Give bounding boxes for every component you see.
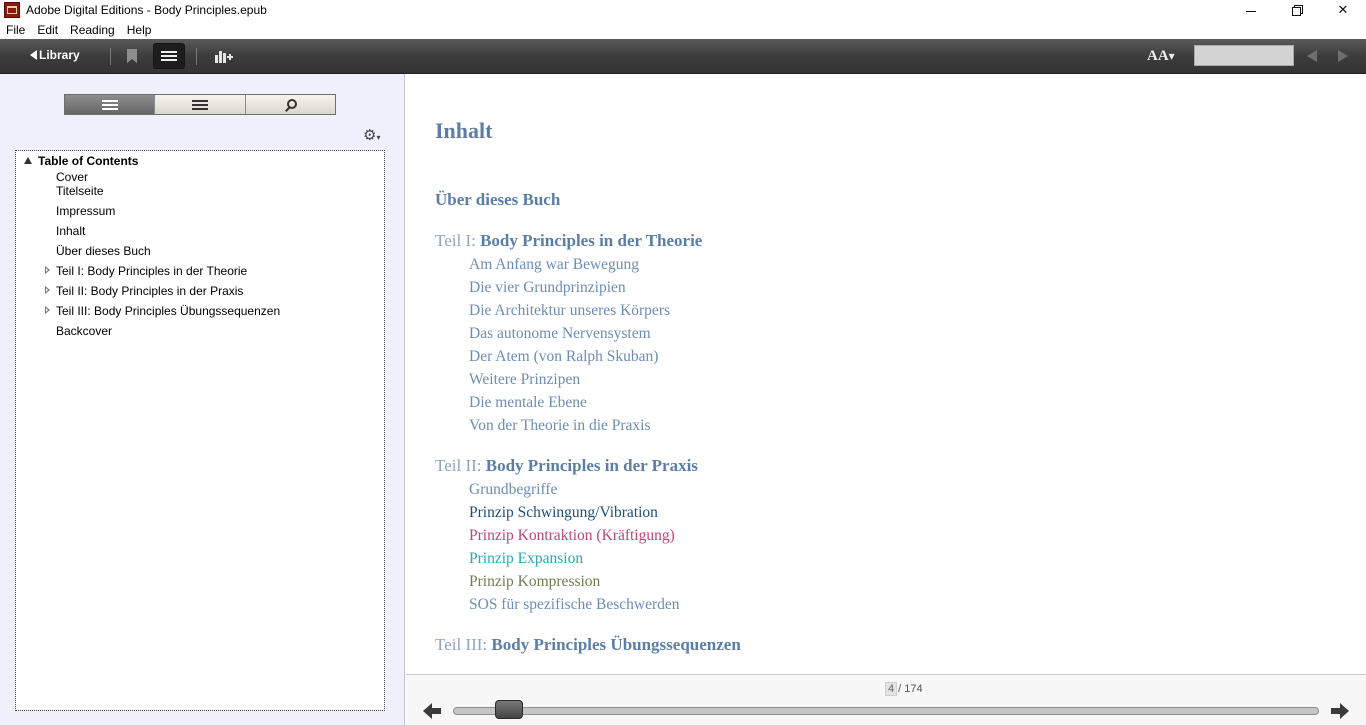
library-label: Library	[39, 48, 80, 62]
next-result-icon[interactable]	[1338, 50, 1348, 62]
expand-triangle-icon[interactable]	[45, 266, 50, 274]
toc-link-chapter[interactable]: Weitere Prinzipen	[469, 371, 580, 389]
previous-result-icon[interactable]	[1307, 50, 1317, 62]
toc-item[interactable]: Backcover	[16, 319, 384, 343]
window-controls: ✕	[1228, 0, 1366, 20]
minimize-icon	[1246, 10, 1256, 12]
font-size-label: AA	[1147, 48, 1169, 64]
toc-item-label: Titelseite	[56, 184, 104, 198]
tab-table-of-contents[interactable]	[65, 95, 155, 114]
expand-triangle-icon[interactable]	[45, 306, 50, 314]
page-navigation-bar: 4 / 174	[406, 674, 1366, 725]
toc-root-label: Table of Contents	[38, 154, 139, 168]
toc-link-chapter[interactable]: Grundbegriffe	[469, 481, 557, 499]
part-title: Body Principles in der Theorie	[480, 231, 703, 250]
part-number: Teil II:	[435, 456, 486, 475]
font-size-button[interactable]: AA▾	[1147, 48, 1175, 65]
window-title: Adobe Digital Editions - Body Principles…	[26, 3, 267, 17]
toc-link-intro[interactable]: Über dieses Buch	[435, 190, 560, 210]
chevron-down-icon: ▾	[1168, 49, 1175, 63]
reading-pane: Inhalt Über dieses Buch Teil I: Body Pri…	[406, 74, 1366, 674]
navigation-panel: ⚙▾ Table of Contents Cover Titelseite Impr…	[0, 74, 405, 725]
back-arrow-icon	[30, 50, 37, 60]
toc-item-label: Teil II: Body Principles in der Praxis	[56, 284, 244, 298]
close-button[interactable]: ✕	[1320, 0, 1366, 20]
toc-item-label: Über dieses Buch	[56, 244, 151, 258]
app-window: Adobe Digital Editions - Body Principles…	[0, 0, 1366, 725]
next-page-button[interactable]	[1331, 703, 1349, 719]
chevron-down-icon: ▾	[376, 133, 381, 142]
page-slider-track[interactable]	[453, 707, 1319, 715]
tab-search[interactable]	[244, 95, 335, 114]
menu-help[interactable]: Help	[121, 23, 158, 37]
toc-link-chapter[interactable]: Prinzip Kompression	[469, 573, 600, 591]
toc-icon	[101, 99, 118, 110]
toc-link-chapter[interactable]: Von der Theorie in die Praxis	[469, 417, 651, 435]
bookmarks-list-icon	[191, 99, 208, 110]
minimize-button[interactable]	[1228, 0, 1274, 20]
page-slider-thumb[interactable]	[495, 700, 524, 719]
toc-link-chapter[interactable]: Die Architektur unseres Körpers	[469, 302, 670, 320]
part-title: Body Principles Übungssequenzen	[491, 635, 741, 654]
toc-link-part[interactable]: Teil II: Body Principles in der Praxis	[435, 456, 698, 476]
toolbar-divider	[110, 48, 111, 65]
page-total: / 174	[898, 683, 923, 695]
library-button[interactable]: Library	[30, 48, 80, 62]
toc-item-label: Teil I: Body Principles in der Theorie	[56, 264, 248, 278]
toc-item-label: Teil III: Body Principles Übungssequenze…	[56, 304, 281, 318]
toc-tree: Table of Contents Cover Titelseite Impress…	[15, 150, 385, 711]
menu-reading[interactable]: Reading	[64, 23, 121, 37]
toc-link-chapter[interactable]: Prinzip Kontraktion (Kräftigung)	[469, 527, 675, 545]
menu-edit[interactable]: Edit	[31, 23, 64, 37]
toc-link-chapter[interactable]: Prinzip Schwingung/Vibration	[469, 504, 658, 522]
adobe-digital-editions-icon	[4, 2, 20, 18]
part-number: Teil I:	[435, 231, 481, 250]
toc-link-chapter[interactable]: Das autonome Nervensystem	[469, 325, 651, 343]
part-number: Teil III:	[435, 635, 492, 654]
toc-link-chapter[interactable]: Die vier Grundprinzipien	[469, 279, 626, 297]
tab-bookmarks[interactable]	[154, 95, 245, 114]
toc-link-part[interactable]: Teil III: Body Principles Übungssequenze…	[435, 635, 741, 655]
restore-icon	[1292, 5, 1303, 16]
reader-toolbar: Library AA▾	[0, 39, 1366, 74]
toolbar-divider	[196, 48, 197, 65]
toc-link-chapter[interactable]: SOS für spezifische Beschwerden	[469, 596, 679, 614]
expand-triangle-icon[interactable]	[45, 286, 50, 294]
menu-file[interactable]: File	[0, 23, 31, 37]
search-input[interactable]	[1194, 45, 1294, 66]
menu-bar: File Edit Reading Help	[0, 20, 1366, 39]
panel-tabs	[64, 94, 336, 115]
toc-link-chapter[interactable]: Am Anfang war Bewegung	[469, 256, 639, 274]
toc-item-label: Impressum	[56, 204, 116, 218]
toc-item-label: Backcover	[56, 324, 113, 338]
toc-link-chapter[interactable]: Die mentale Ebene	[469, 394, 587, 412]
current-page-field[interactable]: 4	[885, 682, 898, 696]
toc-list: Cover Titelseite Impressum Inhalt Über diese…	[16, 170, 384, 343]
panel-options-button[interactable]: ⚙▾	[363, 126, 380, 144]
bookmark-icon[interactable]	[127, 49, 137, 63]
toc-link-chapter[interactable]: Prinzip Expansion	[469, 550, 583, 568]
restore-button[interactable]	[1274, 0, 1320, 20]
title-bar: Adobe Digital Editions - Body Principles…	[0, 0, 1366, 20]
toc-link-part[interactable]: Teil I: Body Principles in der Theorie	[435, 231, 702, 251]
toc-toggle-button[interactable]	[153, 43, 185, 69]
page-indicator: 4 / 174	[885, 682, 923, 696]
collapse-triangle-icon[interactable]	[24, 156, 32, 164]
arrow-right-icon	[1340, 703, 1349, 719]
toc-item-label: Inhalt	[56, 224, 86, 238]
part-title: Body Principles in der Praxis	[485, 456, 698, 475]
search-icon	[284, 98, 298, 111]
gear-icon: ⚙	[363, 127, 377, 144]
arrow-left-icon	[423, 703, 432, 719]
previous-page-button[interactable]	[423, 703, 441, 719]
add-bookshelf-icon[interactable]	[215, 49, 233, 63]
close-icon: ✕	[1337, 2, 1349, 17]
toc-root[interactable]: Table of Contents	[24, 154, 138, 168]
toc-link-chapter[interactable]: Der Atem (von Ralph Skuban)	[469, 348, 658, 366]
page-title: Inhalt	[435, 118, 493, 143]
list-icon	[161, 50, 177, 62]
